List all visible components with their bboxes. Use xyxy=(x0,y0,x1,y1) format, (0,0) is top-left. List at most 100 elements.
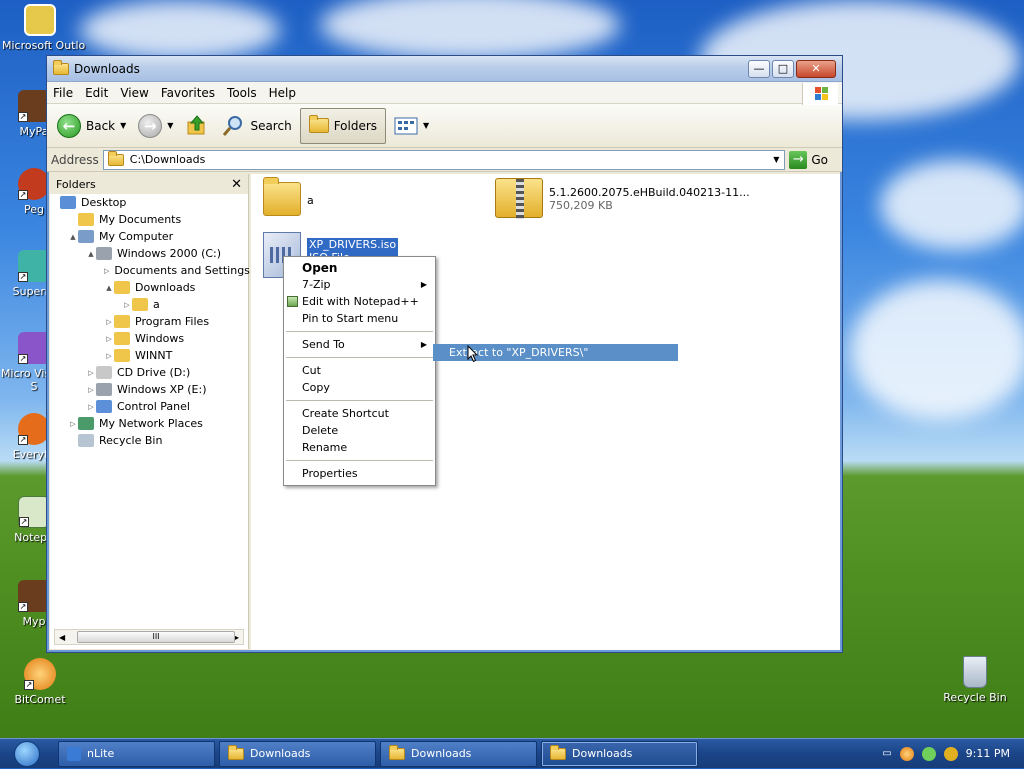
notepad-plus-icon xyxy=(287,296,298,307)
expand-toggle-icon[interactable]: ▷ xyxy=(86,369,96,377)
forward-button[interactable]: → ▼ xyxy=(134,108,177,144)
desktop-icon-bitcomet[interactable]: ↗ BitComet xyxy=(2,658,78,706)
system-tray: ▭ 9:11 PM xyxy=(868,739,1024,769)
windows-orb-icon xyxy=(14,740,40,767)
menu-edit[interactable]: Edit xyxy=(79,86,114,100)
back-button[interactable]: ← Back ▼ xyxy=(53,108,130,144)
menu-item-edit-notepad[interactable]: Edit with Notepad++ xyxy=(284,293,435,310)
keyboard-icon[interactable]: ▭ xyxy=(882,748,891,759)
task-nlite[interactable]: nLite xyxy=(58,740,215,767)
task-label: Downloads xyxy=(572,747,633,760)
tree-item[interactable]: ▷ CD Drive (D:) xyxy=(50,364,248,381)
chevron-down-icon[interactable]: ▼ xyxy=(768,151,784,169)
close-icon[interactable]: ✕ xyxy=(231,177,242,192)
start-button[interactable] xyxy=(0,739,54,769)
menu-item-properties[interactable]: Properties xyxy=(284,465,435,482)
address-input[interactable]: C:\Downloads ▼ xyxy=(102,149,786,170)
tree-item[interactable]: My Documents xyxy=(50,211,248,228)
folder-tree: Desktop My Documents ▲ My Computer ▲ Windows … xyxy=(50,194,250,449)
task-downloads-3[interactable]: Downloads xyxy=(541,740,698,767)
horizontal-scrollbar[interactable]: ◀ III ▶ xyxy=(54,629,244,645)
folder-icon xyxy=(389,744,405,760)
expand-toggle-icon[interactable]: ▷ xyxy=(104,267,109,275)
file-item[interactable]: 5.1.2600.2075.eHBuild.040213-11... 750,2… xyxy=(495,178,750,219)
menu-item-copy[interactable]: Copy xyxy=(284,379,435,396)
folders-button[interactable]: Folders xyxy=(299,107,387,144)
menu-view[interactable]: View xyxy=(114,86,154,100)
tree-item[interactable]: ▷ Program Files xyxy=(50,313,248,330)
folder-icon xyxy=(114,349,130,362)
menu-file[interactable]: File xyxy=(47,86,79,100)
expand-toggle-icon[interactable]: ▷ xyxy=(68,420,78,428)
expand-toggle-icon[interactable]: ▲ xyxy=(86,250,96,258)
clock[interactable]: 9:11 PM xyxy=(966,747,1010,760)
file-size: 750,209 KB xyxy=(549,199,613,212)
tree-item[interactable]: Desktop xyxy=(50,194,248,211)
scroll-left-icon[interactable]: ◀ xyxy=(59,633,65,642)
bitcomet-icon: ↗ xyxy=(24,658,56,690)
menu-item-send-to[interactable]: Send To ▶ xyxy=(284,336,435,353)
scroll-thumb[interactable]: III xyxy=(77,631,235,643)
menu-item-cut[interactable]: Cut xyxy=(284,362,435,379)
close-button[interactable]: ✕ xyxy=(796,59,836,78)
tree-item[interactable]: ▲ My Computer xyxy=(50,228,248,245)
desktop-icon-recycle-bin[interactable]: Recycle Bin xyxy=(937,656,1013,704)
go-button[interactable]: → Go xyxy=(789,150,838,169)
menu-tools[interactable]: Tools xyxy=(221,86,263,100)
file-name: XP_DRIVERS.iso xyxy=(307,238,399,251)
menu-item-delete[interactable]: Delete xyxy=(284,422,435,439)
go-label: Go xyxy=(811,152,828,167)
expand-toggle-icon[interactable]: ▷ xyxy=(104,318,114,326)
tree-item-label: My Computer xyxy=(99,230,174,243)
up-button[interactable] xyxy=(181,108,213,144)
menu-favorites[interactable]: Favorites xyxy=(155,86,221,100)
menu-help[interactable]: Help xyxy=(263,86,302,100)
minimize-button[interactable]: — xyxy=(748,59,770,78)
expand-toggle-icon[interactable]: ▷ xyxy=(86,403,96,411)
tree-item[interactable]: ▲ Downloads xyxy=(50,279,248,296)
expand-toggle-icon[interactable]: ▲ xyxy=(104,284,114,292)
desktop-icon-outlook[interactable]: Microsoft Outlo xyxy=(2,4,85,52)
expand-toggle-icon[interactable]: ▷ xyxy=(122,301,132,309)
menu-item-create-shortcut[interactable]: Create Shortcut xyxy=(284,405,435,422)
context-menu: Open 7-Zip ▶ Edit with Notepad++ Pin to S… xyxy=(283,256,436,486)
task-downloads-2[interactable]: Downloads xyxy=(380,740,537,767)
address-value: C:\Downloads xyxy=(129,153,206,166)
expand-toggle-icon[interactable]: ▲ xyxy=(68,233,78,241)
tree-item[interactable]: ▷ Control Panel xyxy=(50,398,248,415)
tree-item[interactable]: ▷ Windows XP (E:) xyxy=(50,381,248,398)
address-label: Address xyxy=(51,152,99,167)
menu-item-rename[interactable]: Rename xyxy=(284,439,435,456)
tree-item[interactable]: ▲ Windows 2000 (C:) xyxy=(50,245,248,262)
maximize-button[interactable]: □ xyxy=(772,59,794,78)
recycle-bin-icon xyxy=(78,434,94,447)
task-downloads-1[interactable]: Downloads xyxy=(219,740,376,767)
task-label: Downloads xyxy=(250,747,311,760)
tree-item[interactable]: ▷ a xyxy=(50,296,248,313)
chevron-down-icon[interactable]: ▼ xyxy=(120,121,126,130)
tree-item[interactable]: ▷ Windows xyxy=(50,330,248,347)
bitcomet-tray-icon[interactable] xyxy=(899,746,914,761)
address-bar: Address C:\Downloads ▼ → Go xyxy=(47,148,842,172)
tree-item-label: Windows 2000 (C:) xyxy=(117,247,222,260)
menu-bar: File Edit View Favorites Tools Help xyxy=(47,82,842,105)
tree-item-label: CD Drive (D:) xyxy=(117,366,191,379)
tree-item[interactable]: ▷ WINNT xyxy=(50,347,248,364)
menu-item-7zip[interactable]: 7-Zip ▶ xyxy=(284,276,435,293)
title-bar[interactable]: Downloads — □ ✕ xyxy=(47,56,842,82)
tree-item[interactable]: Recycle Bin xyxy=(50,432,248,449)
chevron-down-icon[interactable]: ▼ xyxy=(167,121,173,130)
menu-item-open[interactable]: Open xyxy=(284,259,435,276)
folders-icon xyxy=(308,115,329,133)
menu-item-pin-start[interactable]: Pin to Start menu xyxy=(284,310,435,327)
file-item[interactable]: a xyxy=(263,177,314,216)
app-tray-icon[interactable] xyxy=(943,746,958,761)
expand-toggle-icon[interactable]: ▷ xyxy=(86,386,96,394)
expand-toggle-icon[interactable]: ▷ xyxy=(104,335,114,343)
network-tray-icon[interactable] xyxy=(921,746,936,761)
tree-item[interactable]: ▷ Documents and Settings xyxy=(50,262,250,279)
tree-item[interactable]: ▷ My Network Places xyxy=(50,415,248,432)
views-button[interactable]: ▼ xyxy=(390,108,433,144)
search-button[interactable]: Search xyxy=(217,108,295,144)
expand-toggle-icon[interactable]: ▷ xyxy=(104,352,114,360)
